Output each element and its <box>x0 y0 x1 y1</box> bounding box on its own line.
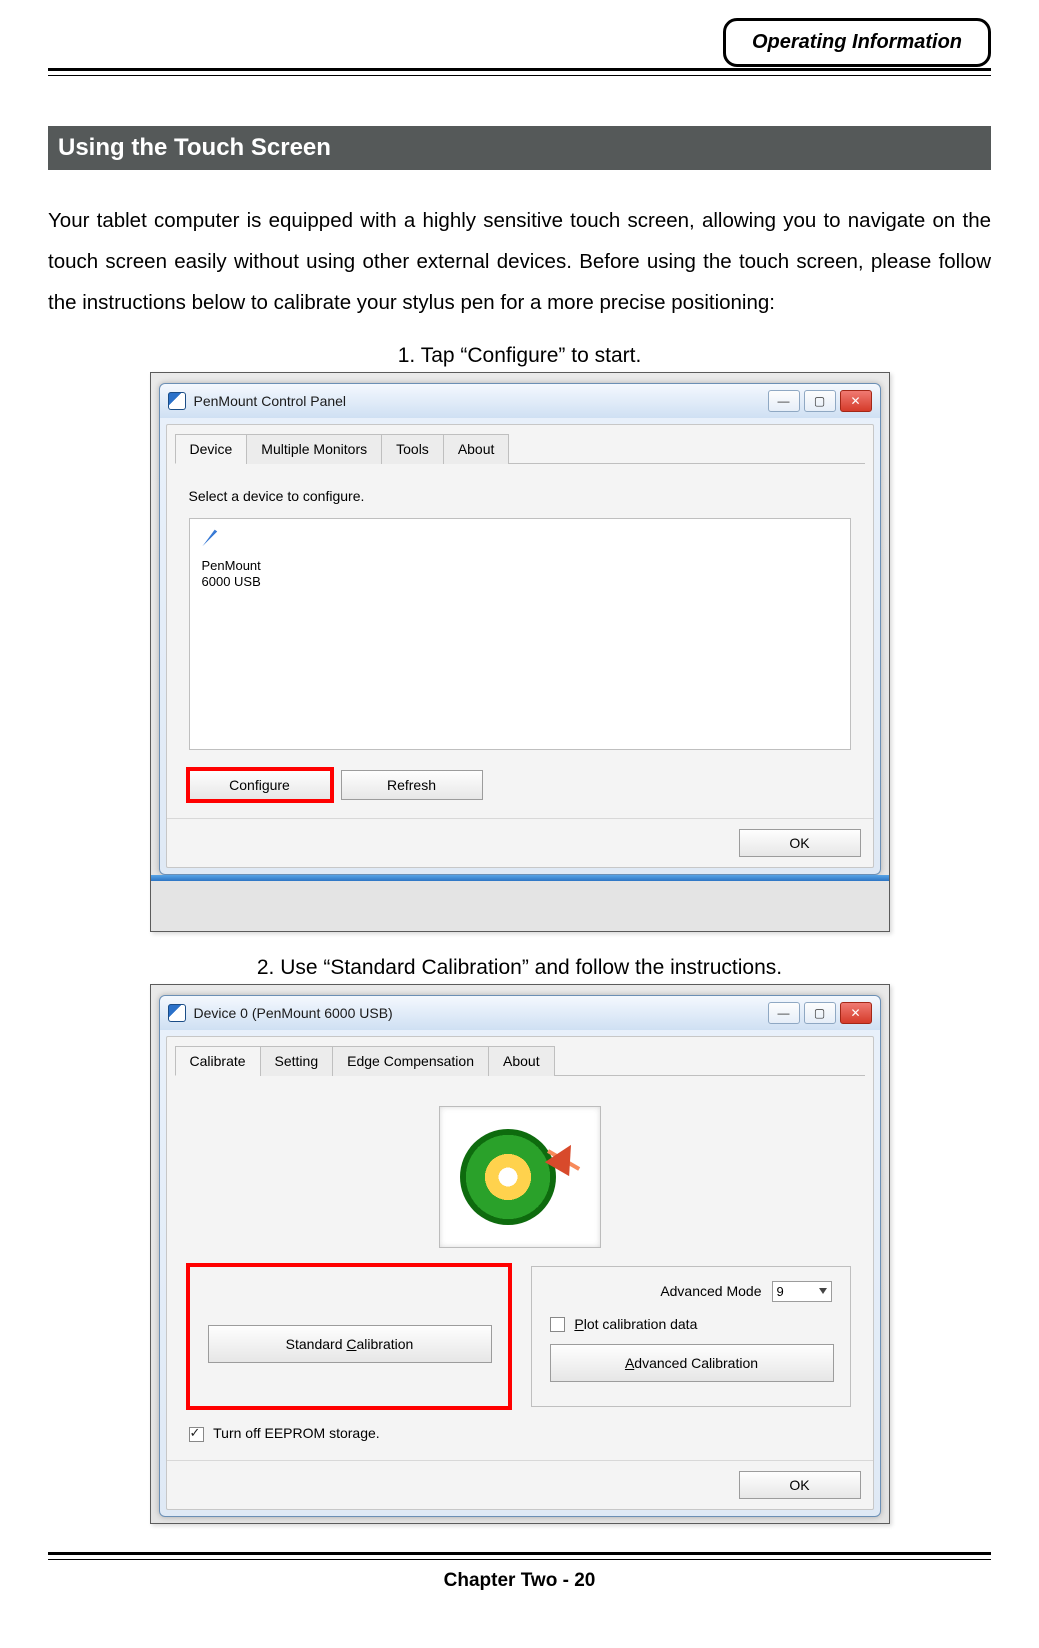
client-area: Device Multiple Monitors Tools About Sel… <box>166 424 874 868</box>
plot-label-text: lot calibration data <box>584 1316 698 1332</box>
tab-device[interactable]: Device <box>175 434 248 464</box>
tab-strip: Device Multiple Monitors Tools About <box>175 433 865 464</box>
instruction-text: Select a device to configure. <box>189 488 851 504</box>
pen-icon <box>202 529 224 551</box>
calibration-illustration <box>439 1106 601 1248</box>
standard-calibration-button[interactable]: Standard Calibration <box>208 1325 492 1363</box>
advanced-calibration-panel: Advanced Mode 9 Plot calibration data <box>531 1266 851 1408</box>
step-1: 1. Tap “Configure” to start. <box>48 344 991 368</box>
desktop-strip <box>151 875 889 881</box>
rule-bottom-thick <box>48 1552 991 1555</box>
window-buttons: — ▢ ✕ <box>768 390 872 412</box>
tab-pane: Select a device to configure. PenMount 6… <box>167 464 873 818</box>
tab-calibrate[interactable]: Calibrate <box>175 1046 261 1076</box>
ok-button[interactable]: OK <box>739 829 861 857</box>
step-2: 2. Use “Standard Calibration” and follow… <box>48 956 991 980</box>
tab-strip-2: Calibrate Setting Edge Compensation Abou… <box>175 1045 865 1076</box>
window-title-2: Device 0 (PenMount 6000 USB) <box>194 1005 393 1021</box>
plot-u: P <box>574 1316 583 1332</box>
titlebar: PenMount Control Panel — ▢ ✕ <box>160 384 880 418</box>
section-title: Using the Touch Screen <box>48 126 991 170</box>
close-button-2[interactable]: ✕ <box>840 1002 872 1024</box>
window-frame-2: Device 0 (PenMount 6000 USB) — ▢ ✕ Calib… <box>159 995 881 1518</box>
std-post: alibration <box>357 1336 414 1352</box>
plot-checkbox[interactable] <box>550 1317 565 1332</box>
standard-calibration-panel: Standard Calibration <box>189 1266 509 1408</box>
window-title: PenMount Control Panel <box>194 393 347 409</box>
intro-paragraph: Your tablet computer is equipped with a … <box>48 200 991 323</box>
app-icon <box>168 392 186 410</box>
tab-about[interactable]: About <box>443 434 510 464</box>
maximize-button-2[interactable]: ▢ <box>804 1002 836 1024</box>
rule-top-thick <box>48 68 991 71</box>
minimize-button[interactable]: — <box>768 390 800 412</box>
client-area-2: Calibrate Setting Edge Compensation Abou… <box>166 1036 874 1511</box>
eeprom-row[interactable]: Turn off EEPROM storage. <box>189 1425 851 1442</box>
window-buttons-2: — ▢ ✕ <box>768 1002 872 1024</box>
advanced-mode-value: 9 <box>777 1284 784 1299</box>
device-item[interactable]: PenMount 6000 USB <box>202 558 838 591</box>
section-title-text: Using the Touch Screen <box>58 134 331 161</box>
std-u: C <box>346 1336 356 1352</box>
rule-bottom-thin <box>48 1559 991 1560</box>
maximize-button[interactable]: ▢ <box>804 390 836 412</box>
adv-u: A <box>625 1355 634 1371</box>
tab-multiple-monitors[interactable]: Multiple Monitors <box>246 434 382 464</box>
tab-setting[interactable]: Setting <box>260 1046 334 1076</box>
advanced-mode-dropdown[interactable]: 9 <box>772 1281 832 1302</box>
screenshot-calibrate-dialog: Device 0 (PenMount 6000 USB) — ▢ ✕ Calib… <box>150 984 890 1524</box>
target-icon <box>460 1129 556 1225</box>
advanced-calibration-button[interactable]: Advanced Calibration <box>550 1344 834 1382</box>
tab-pane-2: Standard Calibration Advanced Mode 9 <box>167 1076 873 1461</box>
footer-rules <box>48 1552 991 1560</box>
tab-about-2[interactable]: About <box>488 1046 555 1076</box>
header-badge: Operating Information <box>723 18 991 67</box>
eeprom-label: Turn off EEPROM storage. <box>213 1425 380 1441</box>
refresh-button[interactable]: Refresh <box>341 770 483 800</box>
screenshot-penmount-control-panel: PenMount Control Panel — ▢ ✕ Device Mult… <box>150 372 890 932</box>
advanced-mode-row: Advanced Mode 9 <box>550 1281 832 1302</box>
device-listbox[interactable]: PenMount 6000 USB <box>189 518 851 750</box>
chevron-down-icon <box>819 1288 827 1294</box>
rule-top-thin <box>48 75 991 76</box>
eeprom-checkbox[interactable] <box>189 1427 204 1442</box>
advanced-mode-label: Advanced Mode <box>660 1283 761 1299</box>
close-button[interactable]: ✕ <box>840 390 872 412</box>
window-frame: PenMount Control Panel — ▢ ✕ Device Mult… <box>159 383 881 875</box>
tab-tools[interactable]: Tools <box>381 434 444 464</box>
app-icon-2 <box>168 1004 186 1022</box>
titlebar-2: Device 0 (PenMount 6000 USB) — ▢ ✕ <box>160 996 880 1030</box>
page-footer: Chapter Two - 20 <box>48 1570 991 1592</box>
tab-edge-compensation[interactable]: Edge Compensation <box>332 1046 489 1076</box>
ok-row-2: OK <box>167 1460 873 1509</box>
button-row: Configure Refresh <box>189 770 851 800</box>
ok-row: OK <box>167 818 873 867</box>
configure-button[interactable]: Configure <box>189 770 331 800</box>
ok-button-2[interactable]: OK <box>739 1471 861 1499</box>
std-pre: Standard <box>286 1336 347 1352</box>
plot-row[interactable]: Plot calibration data <box>550 1316 832 1333</box>
two-column: Standard Calibration Advanced Mode 9 <box>189 1266 851 1408</box>
adv-post: dvanced Calibration <box>634 1355 758 1371</box>
device-name-line2: 6000 USB <box>202 574 261 589</box>
device-name-line1: PenMount <box>202 558 261 573</box>
minimize-button-2[interactable]: — <box>768 1002 800 1024</box>
